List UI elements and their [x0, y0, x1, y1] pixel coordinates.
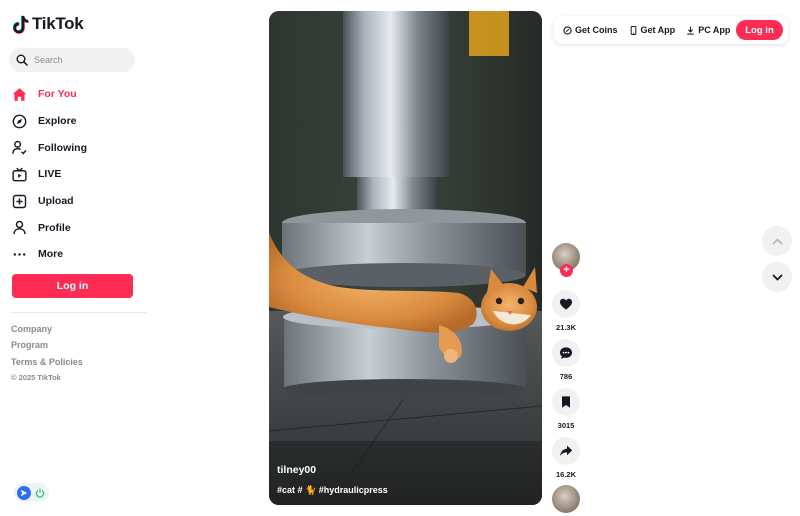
follow-plus-icon[interactable]: + [560, 264, 573, 277]
profile-icon [13, 221, 26, 235]
comment-button[interactable] [552, 339, 580, 367]
sidebar-login-button[interactable]: Log in [12, 274, 133, 298]
next-video-button[interactable] [762, 262, 792, 292]
nav-label: Upload [38, 195, 74, 208]
comment-count: 786 [559, 372, 573, 381]
nav-item-more[interactable]: More [12, 241, 142, 268]
nav-label: Explore [38, 115, 77, 128]
nav-item-upload[interactable]: Upload [12, 188, 142, 215]
sidebar-footer: Company Program Terms & Policies © 2025 … [11, 323, 83, 382]
like-count: 21.3K [555, 323, 576, 332]
nav-label: More [38, 248, 64, 261]
send-icon [17, 485, 31, 500]
save-button[interactable] [552, 388, 580, 416]
footer-link-company[interactable]: Company [11, 323, 83, 339]
main-nav: For You Explore Following LIVE Upload Pr… [12, 81, 142, 268]
previous-video-button[interactable] [762, 226, 792, 256]
chevron-up-icon [772, 237, 782, 244]
video-author[interactable]: tilney00 [277, 464, 316, 476]
nav-item-explore[interactable]: Explore [12, 108, 142, 135]
search-icon [16, 54, 28, 66]
video-actions: + 21.3K 786 3015 16.2K [550, 243, 582, 513]
creator-avatar[interactable]: + [552, 243, 580, 277]
pc-app-link[interactable]: PC App [686, 25, 730, 35]
get-app-link[interactable]: Get App [629, 25, 676, 35]
footer-link-terms[interactable]: Terms & Policies [11, 356, 83, 372]
extension-widget[interactable] [14, 483, 49, 502]
logo-text: TikTok [32, 14, 84, 33]
footer-link-program[interactable]: Program [11, 339, 83, 355]
coin-icon [563, 25, 572, 35]
download-icon [687, 26, 694, 35]
get-coins-label: Get Coins [575, 25, 618, 35]
nav-item-following[interactable]: Following [12, 134, 142, 161]
heart-icon [560, 298, 572, 310]
nav-label: For You [38, 88, 77, 101]
power-icon [35, 488, 45, 498]
phone-icon [630, 25, 636, 35]
sidebar-divider [11, 312, 146, 313]
compass-icon [12, 114, 27, 128]
get-coins-link[interactable]: Get Coins [563, 25, 618, 35]
video-hashtags[interactable]: #cat # 🐈 #hydraulicpress [277, 485, 388, 496]
get-app-label: Get App [640, 25, 676, 35]
video-frame [269, 11, 542, 505]
top-actions-bar: Get Coins Get App PC App Log in [554, 16, 788, 44]
tiktok-logo[interactable]: TikTok [13, 14, 84, 34]
header-login-button[interactable]: Log in [736, 20, 783, 40]
following-icon [12, 141, 27, 155]
nav-label: Profile [38, 221, 71, 234]
nav-label: LIVE [38, 168, 62, 181]
nav-item-live[interactable]: LIVE [12, 161, 142, 188]
more-icon [13, 253, 26, 256]
upload-icon [12, 194, 27, 208]
sound-disc-avatar[interactable] [552, 485, 580, 513]
share-icon [560, 445, 573, 456]
save-count: 3015 [557, 421, 575, 430]
live-icon [12, 167, 27, 182]
nav-item-profile[interactable]: Profile [12, 214, 142, 241]
share-count: 16.2K [555, 470, 576, 479]
nav-label: Following [38, 141, 87, 154]
search-input[interactable] [34, 55, 124, 65]
video-player[interactable]: tilney00 #cat # 🐈 #hydraulicpress [269, 11, 542, 505]
nav-item-for-you[interactable]: For You [12, 81, 142, 108]
pc-app-label: PC App [698, 25, 731, 35]
share-button[interactable] [552, 437, 580, 465]
copyright-text: © 2025 TikTok [11, 373, 61, 383]
sidebar: TikTok For You Explore [0, 0, 150, 516]
bookmark-icon [562, 396, 570, 408]
search-box[interactable] [9, 48, 135, 72]
comment-icon [560, 347, 572, 359]
like-button[interactable] [552, 290, 580, 318]
chevron-down-icon [772, 274, 782, 281]
tiktok-logo-icon [13, 15, 29, 34]
home-icon [12, 87, 27, 101]
